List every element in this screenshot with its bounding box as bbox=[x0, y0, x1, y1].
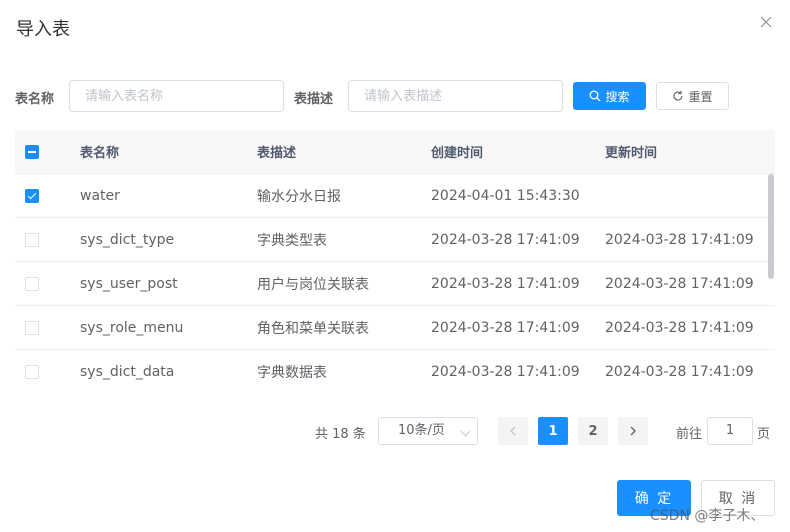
table-row[interactable]: sys_dict_type 字典类型表 2024-03-28 17:41:09 … bbox=[15, 218, 775, 262]
goto-page-input[interactable]: 1 bbox=[707, 417, 753, 445]
prev-page-button[interactable] bbox=[498, 417, 528, 445]
tables-table: 表名称 表描述 创建时间 更新时间 water 输水分水日报 2024-04-0… bbox=[15, 130, 775, 389]
row-checkbox[interactable] bbox=[25, 276, 39, 291]
cell-created-time: 2024-04-01 15:43:30 bbox=[431, 187, 580, 204]
reset-button-label: 重置 bbox=[688, 89, 713, 104]
page-size-select[interactable]: 10条/页 bbox=[378, 417, 478, 445]
page-button-2[interactable]: 2 bbox=[578, 417, 608, 445]
cell-table-desc: 字典数据表 bbox=[257, 364, 327, 381]
cell-table-name: water bbox=[80, 187, 120, 204]
chevron-down-icon bbox=[460, 426, 471, 437]
row-checkbox[interactable] bbox=[25, 364, 39, 379]
reset-button[interactable]: 重置 bbox=[656, 82, 729, 110]
close-icon[interactable] bbox=[758, 14, 774, 30]
dialog-title: 导入表 bbox=[16, 19, 70, 40]
page-button-1[interactable]: 1 bbox=[538, 417, 568, 445]
table-name-input[interactable] bbox=[69, 80, 284, 112]
cell-created-time: 2024-03-28 17:41:09 bbox=[431, 319, 580, 336]
goto-prefix: 前往 bbox=[676, 427, 703, 442]
cell-table-desc: 输水分水日报 bbox=[257, 188, 341, 205]
row-check-cell bbox=[15, 188, 80, 203]
cell-updated-time: 2024-03-28 17:41:09 bbox=[605, 275, 754, 292]
cell-updated-time: 2024-03-28 17:41:09 bbox=[605, 319, 754, 336]
row-check-cell bbox=[15, 276, 80, 291]
goto-suffix: 页 bbox=[757, 427, 771, 442]
row-check-cell bbox=[15, 232, 80, 247]
table-row[interactable]: sys_dict_data 字典数据表 2024-03-28 17:41:09 … bbox=[15, 350, 775, 389]
table-desc-input[interactable] bbox=[348, 80, 563, 112]
pagination-total: 共 18 条 bbox=[315, 427, 366, 442]
table-scrollbar[interactable] bbox=[768, 174, 774, 279]
search-form: 表名称 表描述 搜索 重置 bbox=[15, 80, 775, 112]
select-all-cell bbox=[15, 144, 80, 159]
row-check-cell bbox=[15, 320, 80, 335]
select-all-checkbox[interactable] bbox=[25, 144, 39, 159]
row-checkbox[interactable] bbox=[25, 232, 39, 247]
cell-table-desc: 角色和菜单关联表 bbox=[257, 320, 369, 337]
chevron-left-icon bbox=[510, 426, 516, 436]
table-row[interactable]: water 输水分水日报 2024-04-01 15:43:30 bbox=[15, 174, 775, 218]
watermark: CSDN @李子木、 bbox=[650, 508, 765, 524]
search-button-label: 搜索 bbox=[605, 89, 630, 104]
cell-table-desc: 用户与岗位关联表 bbox=[257, 276, 369, 293]
table-row[interactable]: sys_role_menu 角色和菜单关联表 2024-03-28 17:41:… bbox=[15, 306, 775, 350]
row-checkbox[interactable] bbox=[25, 320, 39, 335]
search-button[interactable]: 搜索 bbox=[573, 82, 646, 110]
cell-created-time: 2024-03-28 17:41:09 bbox=[431, 231, 580, 248]
header-table-desc: 表描述 bbox=[257, 146, 297, 161]
row-checkbox[interactable] bbox=[25, 188, 39, 203]
table-header: 表名称 表描述 创建时间 更新时间 bbox=[15, 130, 775, 174]
cell-created-time: 2024-03-28 17:41:09 bbox=[431, 275, 580, 292]
cell-table-name: sys_user_post bbox=[80, 275, 178, 292]
cell-table-name: sys_role_menu bbox=[80, 319, 184, 336]
table-desc-label: 表描述 bbox=[294, 92, 334, 107]
cell-updated-time: 2024-03-28 17:41:09 bbox=[605, 363, 754, 380]
header-updated-time: 更新时间 bbox=[605, 146, 658, 161]
refresh-icon bbox=[673, 90, 684, 101]
cell-table-desc: 字典类型表 bbox=[257, 232, 327, 249]
cell-created-time: 2024-03-28 17:41:09 bbox=[431, 363, 580, 380]
header-table-name: 表名称 bbox=[80, 146, 120, 161]
cell-updated-time: 2024-03-28 17:41:09 bbox=[605, 231, 754, 248]
cell-table-name: sys_dict_type bbox=[80, 231, 175, 248]
search-icon bbox=[590, 90, 601, 102]
chevron-right-icon bbox=[630, 426, 636, 436]
cell-table-name: sys_dict_data bbox=[80, 363, 175, 380]
next-page-button[interactable] bbox=[618, 417, 648, 445]
table-row[interactable]: sys_user_post 用户与岗位关联表 2024-03-28 17:41:… bbox=[15, 262, 775, 306]
table-name-label: 表名称 bbox=[15, 92, 55, 107]
header-created-time: 创建时间 bbox=[431, 146, 484, 161]
row-check-cell bbox=[15, 364, 80, 379]
page-size-value: 10条/页 bbox=[398, 423, 445, 438]
